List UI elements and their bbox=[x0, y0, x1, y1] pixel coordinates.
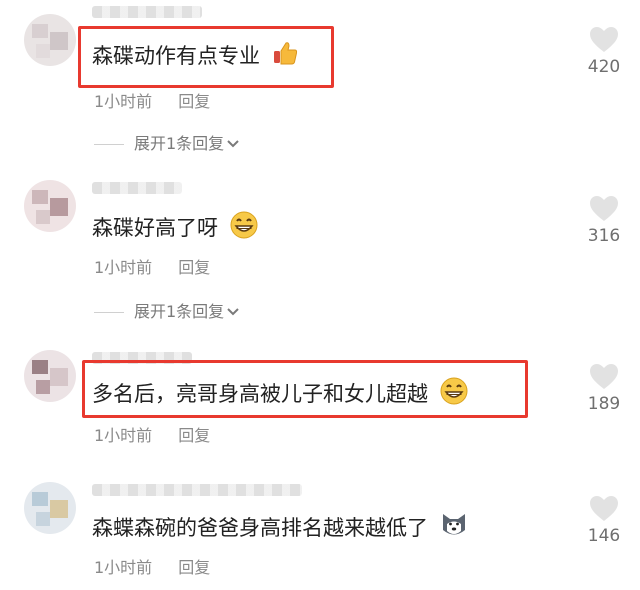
comment-text: 多名后，亮哥身高被儿子和女儿超越 bbox=[92, 376, 469, 414]
comment-meta: 1小时前 回复 bbox=[94, 422, 210, 446]
comment-meta: 1小时前 回复 bbox=[94, 254, 210, 278]
expand-replies-label: 展开1条回复 bbox=[134, 134, 225, 153]
expand-replies-button[interactable]: 展开1条回复 bbox=[94, 298, 240, 322]
avatar[interactable] bbox=[24, 180, 76, 232]
heart-icon bbox=[590, 27, 618, 52]
username-blurred[interactable] bbox=[92, 6, 202, 18]
username-blurred[interactable] bbox=[92, 484, 302, 496]
reply-button[interactable]: 回复 bbox=[178, 258, 210, 277]
comment-text-content: 森碟好高了呀 bbox=[92, 216, 218, 240]
reply-button[interactable]: 回复 bbox=[178, 426, 210, 445]
comment-text: 森蝶森碗的爸爸身高排名越来越低了 bbox=[92, 510, 469, 548]
avatar[interactable] bbox=[24, 482, 76, 534]
timestamp: 1小时前 bbox=[94, 258, 153, 277]
username-blurred[interactable] bbox=[92, 182, 182, 194]
grinning-face-icon bbox=[229, 210, 259, 248]
comment-text-content: 森蝶森碗的爸爸身高排名越来越低了 bbox=[92, 516, 428, 540]
like-count: 420 bbox=[587, 57, 621, 77]
heart-icon bbox=[590, 196, 618, 221]
expand-replies-label: 展开1条回复 bbox=[134, 302, 225, 321]
comment-text: 森碟好高了呀 bbox=[92, 210, 259, 248]
comment-meta: 1小时前 回复 bbox=[94, 554, 210, 578]
reply-button[interactable]: 回复 bbox=[178, 92, 210, 111]
comment-text-content: 多名后，亮哥身高被儿子和女儿超越 bbox=[92, 382, 428, 406]
timestamp: 1小时前 bbox=[94, 426, 153, 445]
like-count: 146 bbox=[587, 526, 621, 546]
husky-dog-face-icon bbox=[439, 510, 469, 548]
heart-icon bbox=[590, 364, 618, 389]
chevron-down-icon bbox=[226, 137, 240, 153]
like-count: 189 bbox=[587, 394, 621, 414]
reply-button[interactable]: 回复 bbox=[178, 558, 210, 577]
expand-replies-button[interactable]: 展开1条回复 bbox=[94, 130, 240, 154]
timestamp: 1小时前 bbox=[94, 92, 153, 111]
like-button[interactable]: 189 bbox=[582, 363, 626, 414]
comment-text: 森碟动作有点专业 bbox=[92, 39, 299, 75]
grinning-face-icon bbox=[439, 376, 469, 414]
avatar[interactable] bbox=[24, 350, 76, 402]
like-button[interactable]: 316 bbox=[582, 195, 626, 246]
chevron-down-icon bbox=[226, 305, 240, 321]
heart-icon bbox=[590, 496, 618, 521]
like-count: 316 bbox=[587, 226, 621, 246]
comment-meta: 1小时前 回复 bbox=[94, 88, 210, 112]
comment-text-content: 森碟动作有点专业 bbox=[92, 44, 260, 68]
like-button[interactable]: 146 bbox=[582, 495, 626, 546]
thumbs-up-icon bbox=[271, 39, 299, 75]
timestamp: 1小时前 bbox=[94, 558, 153, 577]
avatar[interactable] bbox=[24, 14, 76, 66]
like-button[interactable]: 420 bbox=[582, 26, 626, 77]
